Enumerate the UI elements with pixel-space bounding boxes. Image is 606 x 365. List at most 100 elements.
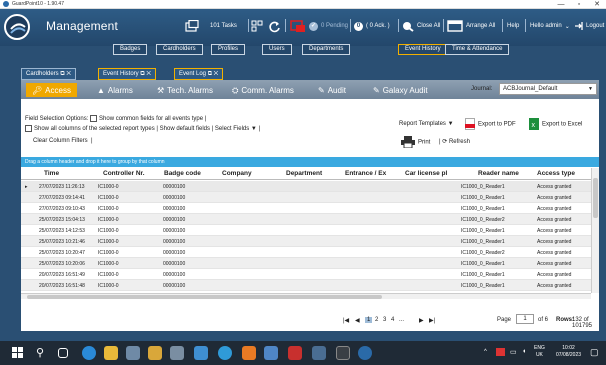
column-header-entrance[interactable]: Entrance / Ex <box>345 170 386 177</box>
task-view-icon[interactable] <box>58 348 68 358</box>
first-page-icon[interactable]: |◀ <box>343 317 349 324</box>
settings-icon[interactable] <box>170 346 184 360</box>
column-header-department[interactable]: Department <box>286 170 322 177</box>
ack-button[interactable]: 0 ( 0 Ack. ) <box>354 18 390 34</box>
subnav-users[interactable]: Users <box>262 44 292 55</box>
show-all-columns-checkbox[interactable] <box>25 125 32 132</box>
notifications-icon[interactable]: ▢ <box>590 347 599 358</box>
guardpoint-taskbar-icon[interactable] <box>358 346 372 360</box>
page-link[interactable]: ... <box>399 317 404 323</box>
tab-event-log[interactable]: Event Log ⧉ ✕ <box>174 68 224 80</box>
app-icon[interactable] <box>194 346 208 360</box>
network-icon[interactable]: ▭ <box>510 348 517 356</box>
tray-app-icon[interactable] <box>496 348 505 356</box>
search-icon[interactable]: ⚲ <box>36 346 50 360</box>
table-row[interactable]: 25/07/2023 10:20:06 IC1000-0 00000100 IC100… <box>21 258 591 269</box>
pending-button[interactable]: ✓ 0 Pending <box>290 18 348 34</box>
logout-button[interactable]: Logout <box>574 18 604 34</box>
windows-start-icon[interactable] <box>12 347 23 358</box>
table-row[interactable]: 25/07/2023 10:20:47 IC1000-0 00000100 IC100… <box>21 247 591 258</box>
table-row[interactable]: 25/07/2023 15:04:13 IC1000-0 00000100 IC100… <box>21 214 591 225</box>
arrange-all-button[interactable]: Arrange All <box>447 18 495 34</box>
page-input[interactable]: 1 <box>516 314 534 324</box>
terminal-icon[interactable] <box>336 346 350 360</box>
column-header-car-license[interactable]: Car license pl <box>405 170 447 177</box>
scroll-thumb[interactable] <box>27 295 382 299</box>
subnav-departments[interactable]: Departments <box>302 44 351 55</box>
table-row[interactable]: 20/07/2023 16:51:49 IC1000-0 00000100 IC100… <box>21 269 591 280</box>
table-row[interactable]: 25/07/2023 14:12:53 IC1000-0 00000100 IC100… <box>21 225 591 236</box>
close-tab-icon[interactable]: ✕ <box>66 71 71 77</box>
table-row[interactable]: 20/07/2023 16:51:48 IC1000-0 00000100 IC100… <box>21 280 591 291</box>
language-indicator[interactable]: ENG UK <box>534 345 545 359</box>
subnav-time-attendance[interactable]: Time & Attendance <box>445 44 510 55</box>
report-templates-dropdown[interactable]: Report Templates ▼ <box>399 121 454 127</box>
close-tab-icon[interactable]: ✕ <box>146 71 151 77</box>
app-icon[interactable] <box>126 346 140 360</box>
app-icon[interactable] <box>312 346 326 360</box>
column-header-controller[interactable]: Controller Nr. <box>103 170 145 177</box>
subnav-cardholders[interactable]: Cardholders <box>156 44 203 55</box>
export-pdf-button[interactable]: Export to PDF <box>465 118 516 130</box>
maximize-button[interactable]: ▫ <box>570 0 588 9</box>
print-button[interactable]: Print <box>401 136 430 148</box>
tasks-button[interactable]: 101 Tasks <box>185 18 237 34</box>
tray-chevron-icon[interactable]: ^ <box>484 349 487 355</box>
clear-filters-button[interactable]: Clear Column Filters | <box>33 138 93 144</box>
table-row[interactable]: 27/07/2023 09:14:41 IC1000-0 00000100 IC100… <box>21 192 591 203</box>
horizontal-scrollbar[interactable] <box>21 293 591 299</box>
tab-galaxy-audit[interactable]: ✎ Galaxy Audit <box>373 84 428 97</box>
export-excel-button[interactable]: x Export to Excel <box>529 118 582 130</box>
table-row[interactable]: ▸ 27/07/2023 11:26:13 IC1000-0 00000100 IC10… <box>21 181 591 192</box>
table-row[interactable]: 25/07/2023 10:21:46 IC1000-0 00000100 IC100… <box>21 236 591 247</box>
close-tab-icon[interactable]: ✕ <box>214 71 219 77</box>
app-icon[interactable] <box>288 346 302 360</box>
group-by-bar[interactable]: Drag a column header and drop it here to… <box>21 157 599 167</box>
tab-access[interactable]: 🔑︎ Access <box>26 83 77 97</box>
tab-tech-alarms[interactable]: ⚒ Tech. Alarms <box>157 84 213 97</box>
next-page-icon[interactable]: ▶ <box>419 317 424 324</box>
vertical-scrollbar[interactable] <box>591 168 599 293</box>
column-header-time[interactable]: Time <box>44 170 59 177</box>
tab-cardholders[interactable]: Cardholders ⧉ ✕ <box>21 68 76 80</box>
app-icon[interactable] <box>218 346 232 360</box>
column-header-badge-code[interactable]: Badge code <box>164 170 201 177</box>
subnav-badges[interactable]: Badges <box>113 44 148 55</box>
refresh-tasks-button[interactable] <box>268 18 281 34</box>
app-icon[interactable] <box>264 346 278 360</box>
tab-alarms[interactable]: ▲ Alarms <box>97 84 133 97</box>
prev-page-icon[interactable]: ◀ <box>355 317 360 324</box>
page-link[interactable]: 4 <box>391 317 394 323</box>
tab-audit[interactable]: ✎ Audit <box>318 84 346 97</box>
show-default-fields-link[interactable]: Show default fields <box>160 126 210 132</box>
show-common-checkbox[interactable] <box>90 115 98 122</box>
close-button[interactable]: ✕ <box>588 0 606 9</box>
volume-icon[interactable]: ◖ <box>522 348 526 355</box>
page-link[interactable]: 1 <box>365 317 373 323</box>
help-button[interactable]: Help <box>507 18 519 34</box>
page-link[interactable]: 2 <box>375 317 378 323</box>
last-page-icon[interactable]: ▶| <box>429 317 435 324</box>
grid-view-button[interactable] <box>251 18 264 34</box>
tab-comm-alarms[interactable]: ⛭ Comm. Alarms <box>232 84 294 97</box>
edge-icon[interactable] <box>82 346 96 360</box>
select-fields-dropdown[interactable]: Select Fields ▼ <box>215 126 257 132</box>
refresh-button[interactable]: | ⟳ Refresh <box>439 138 470 145</box>
clock[interactable]: 10:02 07/08/2023 <box>556 345 581 359</box>
close-all-button[interactable]: Close All <box>402 18 440 34</box>
explorer-icon[interactable] <box>104 346 118 360</box>
subnav-event-history[interactable]: Event History <box>398 44 448 55</box>
scroll-thumb[interactable] <box>593 178 598 218</box>
column-header-reader-name[interactable]: Reader name <box>478 170 519 177</box>
tab-event-history[interactable]: Event History ⧉ ✕ <box>98 68 156 80</box>
table-row[interactable]: 27/07/2023 09:10:43 IC1000-0 00000100 IC100… <box>21 203 591 214</box>
app-icon[interactable] <box>148 346 162 360</box>
user-menu[interactable]: Hello admin ⌄ <box>530 18 570 34</box>
subnav-profiles[interactable]: Profiles <box>211 44 246 55</box>
column-header-access-type[interactable]: Access type <box>537 170 575 177</box>
page-link[interactable]: 3 <box>383 317 386 323</box>
minimize-button[interactable]: — <box>552 0 570 9</box>
app-icon[interactable] <box>242 346 256 360</box>
journal-select[interactable]: ACBJournal_Default <box>499 83 597 95</box>
column-header-company[interactable]: Company <box>222 170 252 177</box>
